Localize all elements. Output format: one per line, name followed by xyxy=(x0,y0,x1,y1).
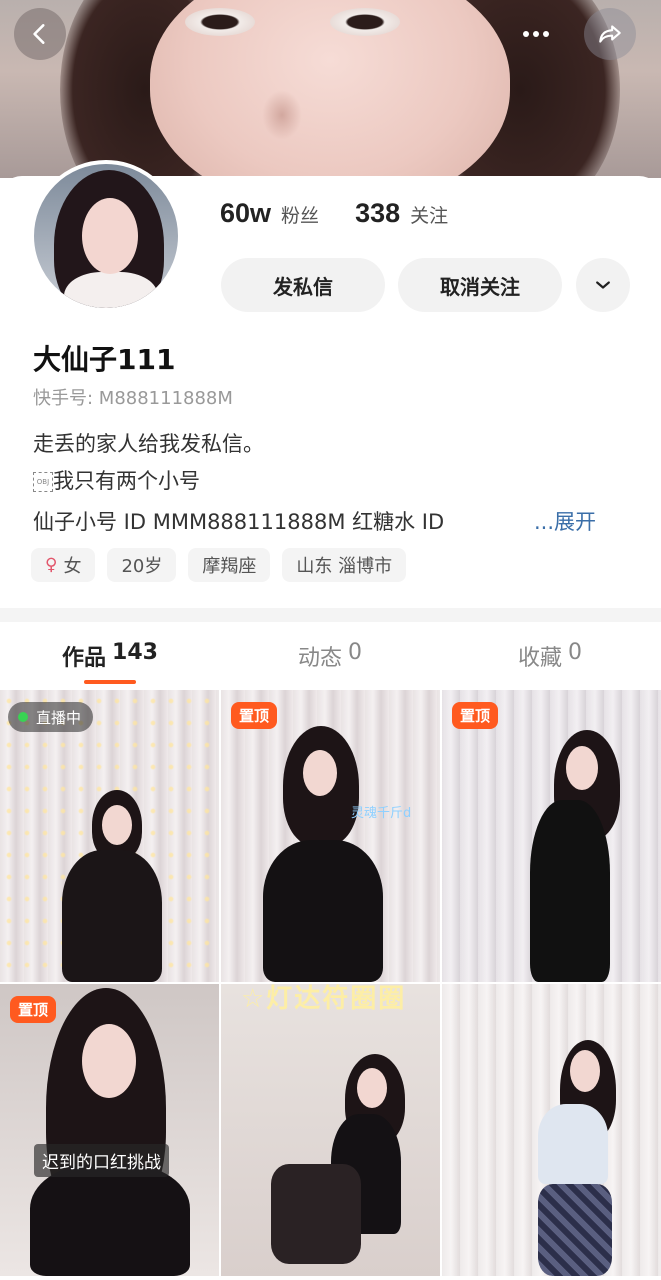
pinned-badge: 置顶 xyxy=(231,702,278,729)
bio: 走丢的家人给我发私信。 OBJ 我只有两个小号 xyxy=(33,426,264,500)
tab-moments[interactable]: 动态 0 xyxy=(220,622,440,688)
video-overlay-text: ☆灯达符圈圈 xyxy=(241,984,407,1014)
avatar[interactable] xyxy=(30,160,182,312)
back-button[interactable] xyxy=(14,8,66,60)
content-tabs: 作品 143 动态 0 收藏 0 xyxy=(0,622,661,688)
pinned-badge: 置顶 xyxy=(10,996,57,1023)
profile-card: 60w 粉丝 338 关注 发私信 取消关注 大仙子111 快手号: M8881… xyxy=(0,160,661,608)
expand-dropdown-button[interactable] xyxy=(576,258,630,312)
bio-line: OBJ 我只有两个小号 xyxy=(33,463,264,500)
following-count[interactable]: 338 xyxy=(355,198,400,229)
more-options-button[interactable] xyxy=(516,16,556,52)
live-dot-icon xyxy=(18,712,28,722)
pinned-badge: 置顶 xyxy=(452,702,499,729)
gender-tag: ♀ 女 xyxy=(31,548,96,582)
video-caption: 迟到的口红挑战 xyxy=(34,1144,169,1177)
zodiac-tag: 摩羯座 xyxy=(188,548,271,582)
video-grid: 直播中 置顶 灵魂千斤d 置顶 置顶 迟到的口红挑战 ☆灯达符圈圈 xyxy=(0,690,661,1280)
following-label[interactable]: 关注 xyxy=(410,201,448,228)
obj-placeholder-icon: OBJ xyxy=(33,472,53,492)
tab-works[interactable]: 作品 143 xyxy=(0,622,220,688)
video-overlay-text: 灵魂千斤d xyxy=(351,806,412,821)
username: 大仙子111 xyxy=(33,343,176,376)
location-tag: 山东 淄博市 xyxy=(282,548,407,582)
live-badge: 直播中 xyxy=(8,702,94,732)
bio-line: 仙子小号 ID MMM888111888M 红糖水 ID xyxy=(33,510,445,534)
video-thumbnail[interactable]: 直播中 xyxy=(0,690,219,982)
expand-bio-link[interactable]: ...展开 xyxy=(534,506,596,536)
video-thumbnail[interactable]: 置顶 灵魂千斤d xyxy=(221,690,440,982)
share-button[interactable] xyxy=(584,8,636,60)
profile-stats: 60w 粉丝 338 关注 xyxy=(220,198,448,229)
age-tag: 20岁 xyxy=(107,548,177,582)
bio-line: 走丢的家人给我发私信。 xyxy=(33,432,264,456)
tab-favorites[interactable]: 收藏 0 xyxy=(440,622,660,688)
followers-count[interactable]: 60w xyxy=(220,198,271,229)
followers-label[interactable]: 粉丝 xyxy=(281,201,319,228)
more-horizontal-icon xyxy=(523,31,529,37)
video-thumbnail[interactable]: 置顶 xyxy=(442,690,661,982)
kuaishou-id[interactable]: 快手号: M888111888M xyxy=(33,384,233,410)
active-tab-indicator xyxy=(84,680,136,684)
female-icon: ♀ xyxy=(45,555,58,575)
chevron-down-icon xyxy=(596,281,610,289)
video-thumbnail[interactable] xyxy=(442,984,661,1276)
send-message-button[interactable]: 发私信 xyxy=(221,258,385,312)
chevron-left-icon xyxy=(33,24,45,44)
unfollow-button[interactable]: 取消关注 xyxy=(398,258,562,312)
share-arrow-icon xyxy=(599,25,621,43)
video-thumbnail[interactable]: ☆灯达符圈圈 xyxy=(221,984,440,1276)
section-divider xyxy=(0,608,661,622)
profile-tags: ♀ 女 20岁 摩羯座 山东 淄博市 xyxy=(31,548,407,582)
video-thumbnail[interactable]: 置顶 迟到的口红挑战 xyxy=(0,984,219,1276)
cover-image xyxy=(0,0,661,178)
